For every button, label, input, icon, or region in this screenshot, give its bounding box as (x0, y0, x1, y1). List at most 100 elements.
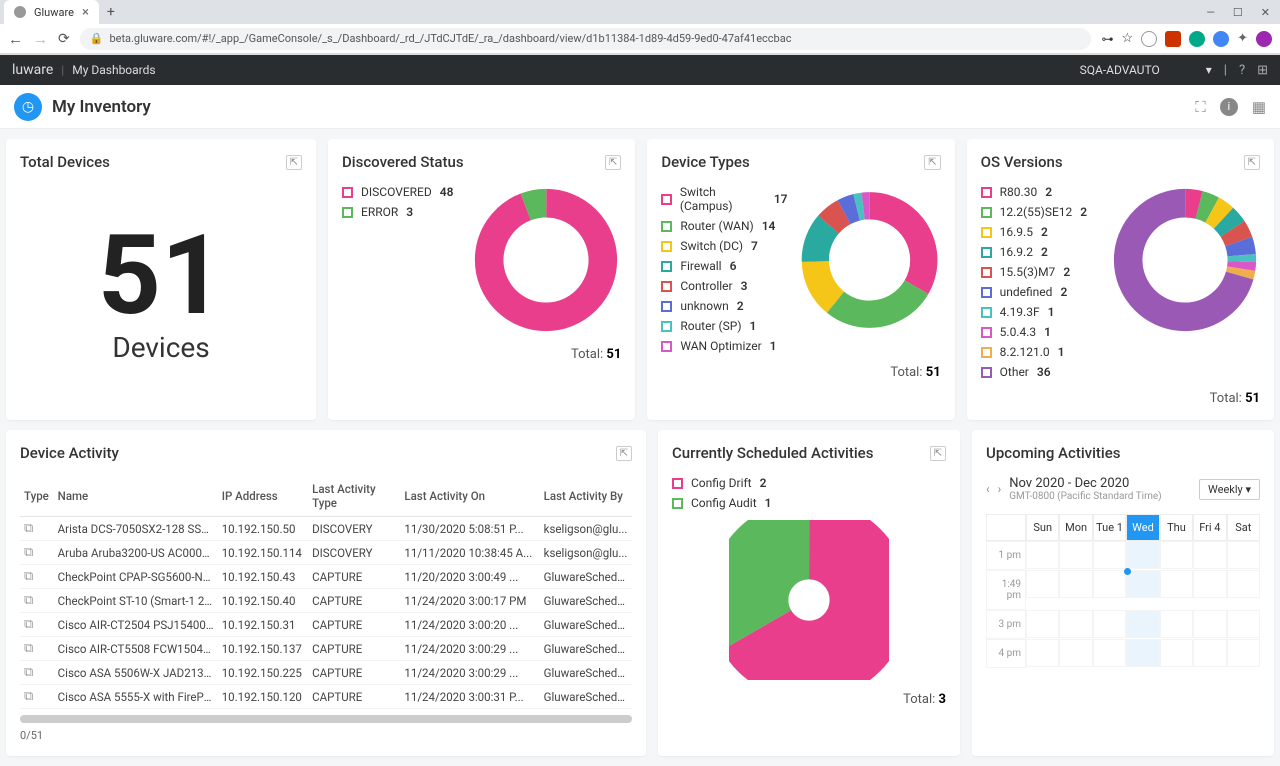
reload-icon[interactable]: ⟳ (58, 31, 70, 47)
legend-item[interactable]: DISCOVERED 48 (342, 185, 453, 199)
calendar-cell[interactable] (1227, 639, 1260, 667)
calendar-cell[interactable] (1059, 541, 1092, 569)
minimize-icon[interactable]: — (1206, 6, 1215, 19)
help-icon[interactable]: ? (1239, 63, 1245, 78)
section-link[interactable]: My Dashboards (72, 63, 155, 77)
expand-icon[interactable]: ⇱ (924, 155, 940, 170)
legend-item[interactable]: Config Drift 2 (672, 476, 946, 490)
calendar-cell[interactable] (1093, 570, 1126, 598)
calendar-cell[interactable] (1160, 541, 1193, 569)
calendar-day-header[interactable]: Fri 4 (1193, 514, 1226, 541)
forward-icon[interactable]: → (33, 30, 48, 48)
legend-item[interactable]: Router (WAN) 14 (661, 219, 787, 233)
info-icon[interactable]: i (1220, 98, 1238, 116)
ext-icon[interactable] (1189, 31, 1205, 47)
calendar-day-header[interactable]: Sun (1026, 514, 1059, 541)
calendar-cell[interactable] (1126, 570, 1159, 598)
calendar-cell[interactable] (1026, 610, 1059, 638)
calendar-cell[interactable] (1126, 639, 1159, 667)
expand-icon[interactable]: ⇱ (930, 446, 946, 461)
calendar-cell[interactable] (1026, 570, 1059, 598)
calendar-cell[interactable] (1093, 541, 1126, 569)
table-row[interactable]: ⧉ Cisco AIR-CT5508 FCW1504L0H8 10.192.15… (20, 637, 632, 661)
calendar-cell[interactable] (1227, 610, 1260, 638)
table-row[interactable]: ⧉ Arista DCS-7050SX2-128 SSJ171... 10.19… (20, 517, 632, 541)
calendar-cell[interactable] (1227, 570, 1260, 598)
puzzle-icon[interactable]: ✦ (1237, 31, 1248, 46)
ext-icon[interactable] (1141, 31, 1157, 47)
calendar-cell[interactable] (1193, 639, 1226, 667)
prev-icon[interactable]: ‹ (986, 482, 990, 496)
calendar-cell[interactable] (1193, 610, 1226, 638)
table-row[interactable]: ⧉ Cisco ASA 5506W-X JAD213202... 10.192.… (20, 661, 632, 685)
ext-icon[interactable] (1213, 31, 1229, 47)
calendar-cell[interactable] (1059, 639, 1092, 667)
calendar-cell[interactable] (1059, 570, 1092, 598)
expand-icon[interactable]: ⇱ (1244, 155, 1260, 170)
star-icon[interactable]: ☆ (1121, 31, 1133, 46)
legend-item[interactable]: 16.9.2 2 (981, 245, 1087, 259)
back-icon[interactable]: ← (8, 30, 23, 48)
table-header[interactable]: Last Activity By (540, 476, 632, 517)
legend-item[interactable]: 16.9.5 2 (981, 225, 1087, 239)
org-selector[interactable]: SQA-ADVAUTO ▾ (1080, 63, 1212, 77)
folder-icon[interactable]: ▦ (1252, 98, 1266, 116)
legend-item[interactable]: 5.0.4.3 1 (981, 325, 1087, 339)
calendar-cell[interactable] (1026, 639, 1059, 667)
legend-item[interactable]: Controller 3 (661, 279, 787, 293)
next-icon[interactable]: › (998, 482, 1002, 496)
legend-item[interactable]: Switch (Campus) 17 (661, 185, 787, 213)
table-row[interactable]: ⧉ Cisco AIR-CT2504 PSJ1540027F 10.192.15… (20, 613, 632, 637)
legend-item[interactable]: WAN Optimizer 1 (661, 339, 787, 353)
legend-item[interactable]: Firewall 6 (661, 259, 787, 273)
legend-item[interactable]: undefined 2 (981, 285, 1087, 299)
calendar-day-header[interactable]: Sat (1227, 514, 1260, 541)
table-header[interactable]: Last Activity On (400, 476, 539, 517)
legend-item[interactable]: R80.30 2 (981, 185, 1087, 199)
horizontal-scrollbar[interactable] (20, 715, 632, 723)
legend-item[interactable]: Router (SP) 1 (661, 319, 787, 333)
calendar-day-header[interactable]: Wed (1126, 514, 1159, 541)
calendar-cell[interactable] (1160, 610, 1193, 638)
calendar-cell[interactable] (1026, 541, 1059, 569)
profile-avatar[interactable] (1256, 31, 1272, 47)
table-row[interactable]: ⧉ Cisco ASA 5555-X with FirePow... 10.19… (20, 685, 632, 709)
view-selector[interactable]: Weekly ▾ (1199, 479, 1260, 500)
table-row[interactable]: ⧉ CheckPoint CPAP-SG5600-NGT... 10.192.1… (20, 565, 632, 589)
legend-item[interactable]: 15.5(3)M7 2 (981, 265, 1087, 279)
legend-item[interactable]: unknown 2 (661, 299, 787, 313)
calendar-cell[interactable] (1193, 570, 1226, 598)
calendar-day-header[interactable] (986, 514, 1026, 541)
expand-icon[interactable]: ⇱ (616, 446, 632, 461)
table-header[interactable]: IP Address (218, 476, 308, 517)
ext-pdf-icon[interactable] (1165, 31, 1181, 47)
legend-item[interactable]: Config Audit 1 (672, 496, 946, 510)
new-tab-button[interactable]: + (99, 4, 123, 20)
calendar-cell[interactable] (1227, 541, 1260, 569)
close-window-icon[interactable]: ✕ (1261, 6, 1270, 19)
table-row[interactable]: ⧉ Aruba Aruba3200-US AC00007... 10.192.1… (20, 541, 632, 565)
focus-icon[interactable]: ⛶ (1195, 98, 1206, 116)
table-row[interactable]: ⧉ CheckPoint ST-10 (Smart-1 210) L... 10… (20, 589, 632, 613)
table-header[interactable]: Type (20, 476, 54, 517)
legend-item[interactable]: Switch (DC) 7 (661, 239, 787, 253)
legend-item[interactable]: ERROR 3 (342, 205, 453, 219)
key-icon[interactable]: ⊶ (1101, 32, 1113, 46)
calendar-cell[interactable] (1059, 610, 1092, 638)
expand-icon[interactable]: ⇱ (605, 155, 621, 170)
calendar-day-header[interactable]: Thu (1160, 514, 1193, 541)
calendar-cell[interactable] (1093, 639, 1126, 667)
legend-item[interactable]: 12.2(55)SE12 2 (981, 205, 1087, 219)
calendar-cell[interactable] (1160, 639, 1193, 667)
calendar-cell[interactable] (1093, 610, 1126, 638)
apps-icon[interactable]: ⊞ (1257, 63, 1268, 78)
calendar-cell[interactable] (1126, 541, 1159, 569)
legend-item[interactable]: 4.19.3F 1 (981, 305, 1087, 319)
browser-tab[interactable]: Gluware × (4, 0, 99, 24)
calendar-cell[interactable] (1160, 570, 1193, 598)
maximize-icon[interactable]: ☐ (1233, 6, 1243, 19)
table-header[interactable]: Last Activity Type (308, 476, 400, 517)
calendar-cell[interactable] (1126, 610, 1159, 638)
url-input[interactable]: 🔒 beta.gluware.com/#!/_app_/GameConsole/… (80, 28, 1092, 50)
legend-item[interactable]: Other 36 (981, 365, 1087, 379)
